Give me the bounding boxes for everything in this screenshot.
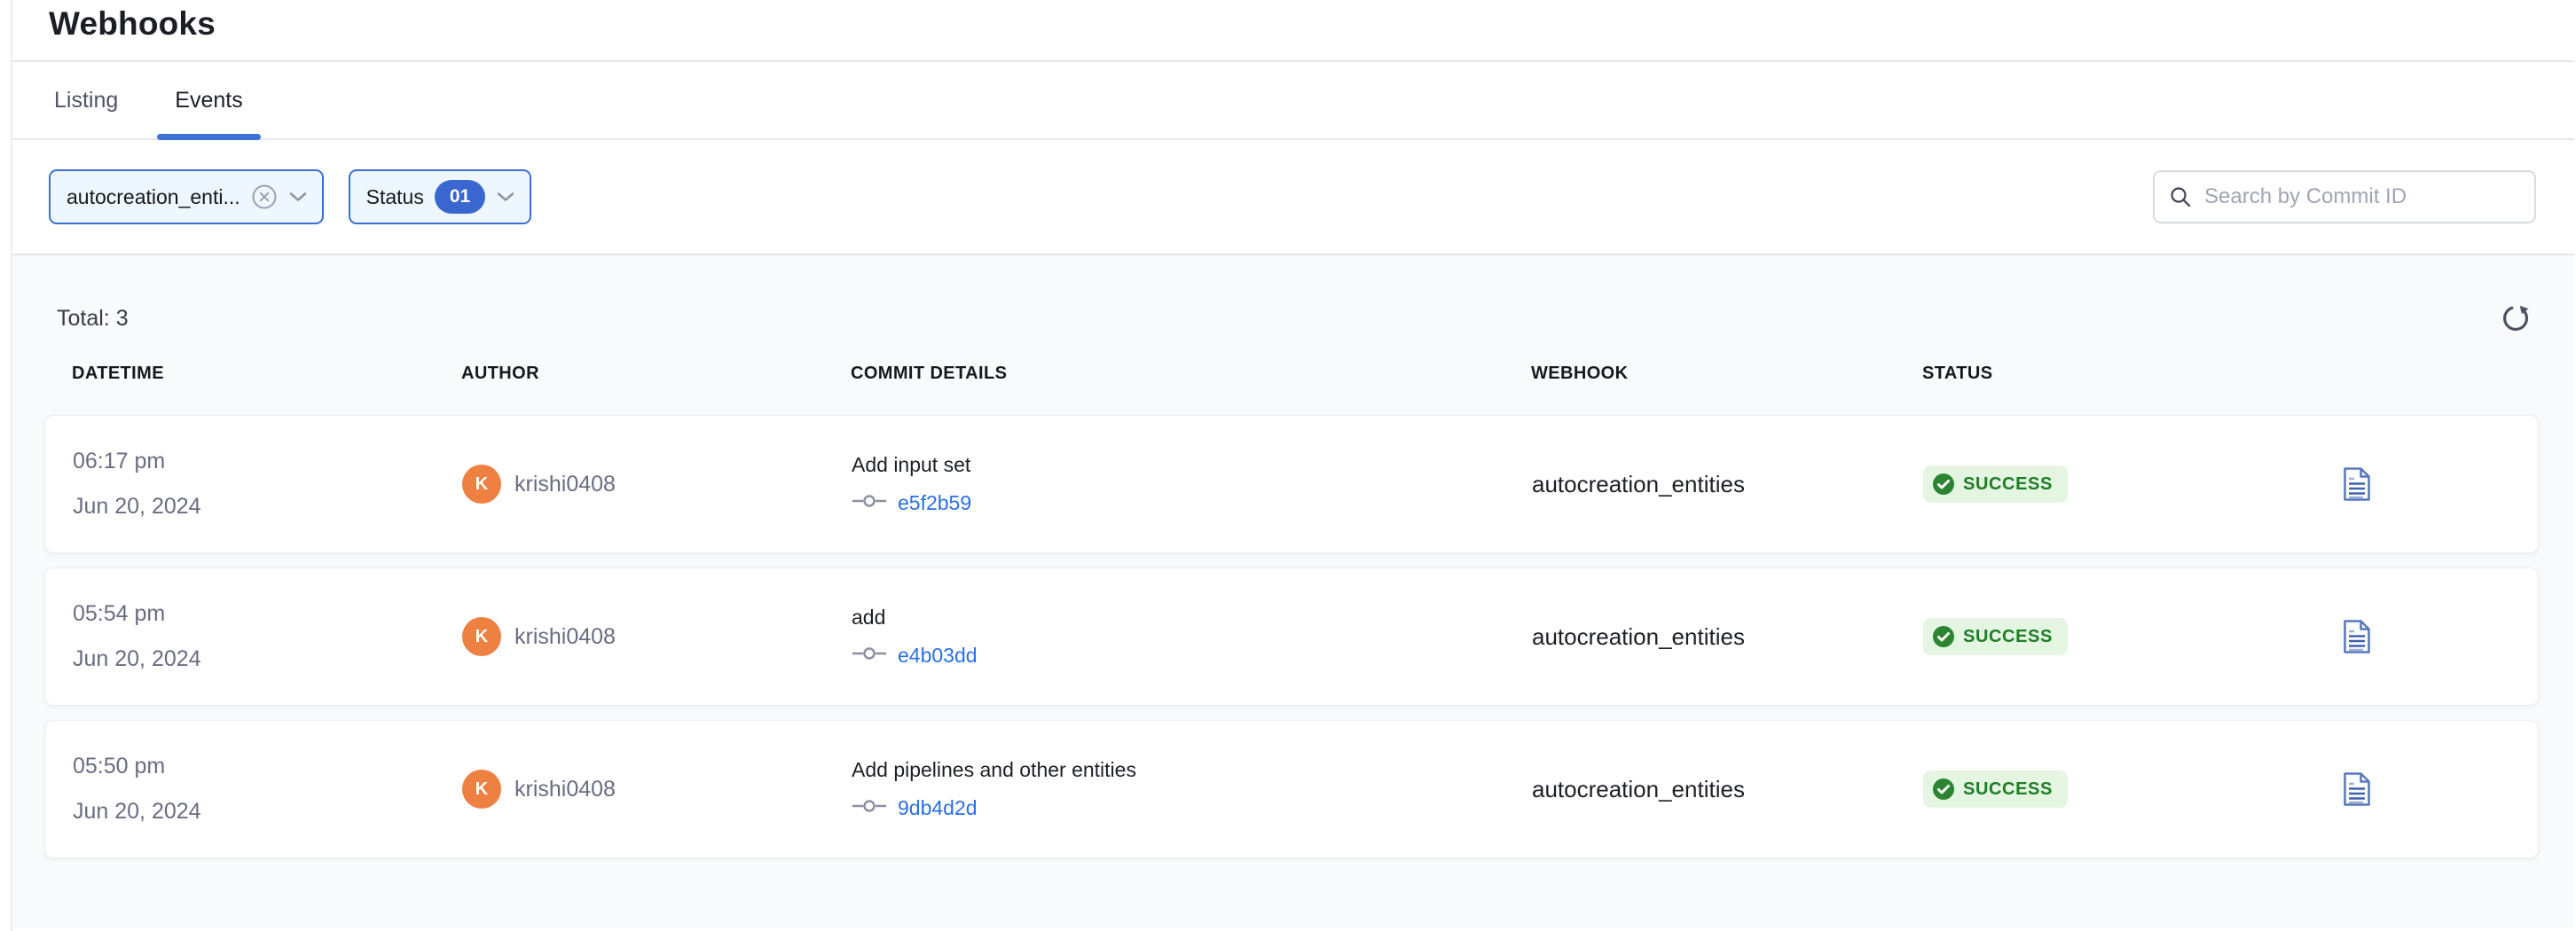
status-label: SUCCESS [1963, 627, 2053, 647]
column-header-webhook: WEBHOOK [1531, 364, 1922, 384]
author-cell: K krishi0408 [462, 465, 852, 504]
author-name: krishi0408 [514, 472, 616, 497]
status-filter-label: Status [366, 185, 424, 209]
commit-message: Add pipelines and other entities [852, 758, 1532, 782]
commit-icon [852, 797, 887, 819]
commit-details-cell: Add input set e5f2b59 [852, 453, 1532, 515]
tab-listing-label: Listing [54, 88, 118, 113]
commit-icon [852, 492, 887, 514]
check-circle-icon [1932, 625, 1955, 648]
payload-details-button[interactable] [2343, 619, 2511, 654]
search-box [2153, 170, 2536, 223]
tab-listing[interactable]: Listing [36, 62, 136, 138]
document-icon [2343, 771, 2371, 807]
commit-details-cell: Add pipelines and other entities 9db4d2d [852, 758, 1532, 820]
event-time: 05:54 pm [73, 601, 462, 627]
avatar: K [462, 770, 501, 809]
page-header: Webhooks [12, 0, 2574, 62]
search-input[interactable] [2204, 184, 2520, 209]
commit-id-link[interactable]: e5f2b59 [898, 491, 971, 515]
commit-message: Add input set [852, 453, 1532, 477]
payload-details-button[interactable] [2343, 466, 2511, 502]
payload-details-button[interactable] [2343, 771, 2511, 807]
status-cell: SUCCESS [1923, 771, 2343, 808]
column-header-datetime: DATETIME [72, 364, 461, 384]
author-cell: K krishi0408 [462, 770, 852, 809]
content-toolbar: Total: 3 [44, 255, 2537, 335]
status-cell: SUCCESS [1923, 466, 2343, 503]
webhook-filter-chip[interactable]: autocreation_enti... [49, 169, 324, 224]
status-label: SUCCESS [1963, 779, 2053, 800]
check-circle-icon [1932, 473, 1955, 496]
author-name: krishi0408 [514, 777, 616, 802]
status-badge: SUCCESS [1923, 618, 2068, 655]
datetime-cell: 05:50 pm Jun 20, 2024 [73, 754, 462, 825]
commit-icon [852, 645, 887, 667]
document-icon [2343, 619, 2371, 654]
avatar: K [462, 465, 501, 504]
document-icon [2343, 466, 2371, 502]
column-header-author: AUTHOR [461, 364, 851, 384]
datetime-cell: 06:17 pm Jun 20, 2024 [73, 449, 462, 520]
table-row[interactable]: 05:54 pm Jun 20, 2024 K krishi0408 add [44, 567, 2539, 706]
status-label: SUCCESS [1963, 474, 2053, 495]
status-filter-count-badge: 01 [435, 180, 485, 214]
event-date: Jun 20, 2024 [73, 799, 462, 825]
chevron-down-icon[interactable] [496, 191, 515, 203]
tab-events[interactable]: Events [157, 62, 260, 138]
event-date: Jun 20, 2024 [73, 646, 462, 672]
column-header-status: STATUS [1922, 364, 2342, 384]
event-time: 05:50 pm [73, 754, 462, 779]
events-content: Total: 3 DATETIME AUTHOR COMMIT DETAILS … [12, 255, 2574, 927]
avatar: K [462, 617, 501, 656]
webhook-name: autocreation_entities [1532, 623, 1923, 651]
commit-details-cell: add e4b03dd [852, 606, 1532, 668]
filter-bar: autocreation_enti... Status 01 [12, 140, 2574, 255]
page-title: Webhooks [49, 4, 216, 44]
event-time: 06:17 pm [73, 449, 462, 474]
clear-filter-icon[interactable] [251, 184, 278, 210]
webhook-filter-label: autocreation_enti... [67, 185, 240, 209]
author-cell: K krishi0408 [462, 617, 852, 656]
refresh-button[interactable] [2500, 302, 2532, 334]
webhook-name: autocreation_entities [1532, 776, 1923, 803]
table-row[interactable]: 05:50 pm Jun 20, 2024 K krishi0408 Add p… [44, 720, 2539, 858]
status-badge: SUCCESS [1923, 466, 2068, 503]
webhook-name: autocreation_entities [1532, 471, 1923, 498]
webhooks-page: Webhooks Listing Events autocreation_ent… [11, 0, 2574, 931]
commit-id-link[interactable]: e4b03dd [898, 644, 978, 668]
status-filter-chip[interactable]: Status 01 [349, 169, 532, 224]
commit-message: add [852, 606, 1532, 630]
status-badge: SUCCESS [1923, 771, 2068, 808]
tab-bar: Listing Events [12, 62, 2574, 140]
total-count: Total: 3 [57, 306, 129, 332]
commit-id-link[interactable]: 9db4d2d [898, 796, 978, 820]
search-icon [2169, 185, 2192, 208]
table-header: DATETIME AUTHOR COMMIT DETAILS WEBHOOK S… [44, 364, 2539, 384]
tab-events-label: Events [175, 88, 242, 113]
column-header-commit-details: COMMIT DETAILS [851, 364, 1531, 384]
table-row[interactable]: 06:17 pm Jun 20, 2024 K krishi0408 Add i… [44, 415, 2539, 553]
check-circle-icon [1932, 778, 1955, 801]
chevron-down-icon[interactable] [288, 191, 308, 203]
author-name: krishi0408 [514, 624, 616, 650]
datetime-cell: 05:54 pm Jun 20, 2024 [73, 601, 462, 672]
event-date: Jun 20, 2024 [73, 494, 462, 520]
status-cell: SUCCESS [1923, 618, 2343, 655]
